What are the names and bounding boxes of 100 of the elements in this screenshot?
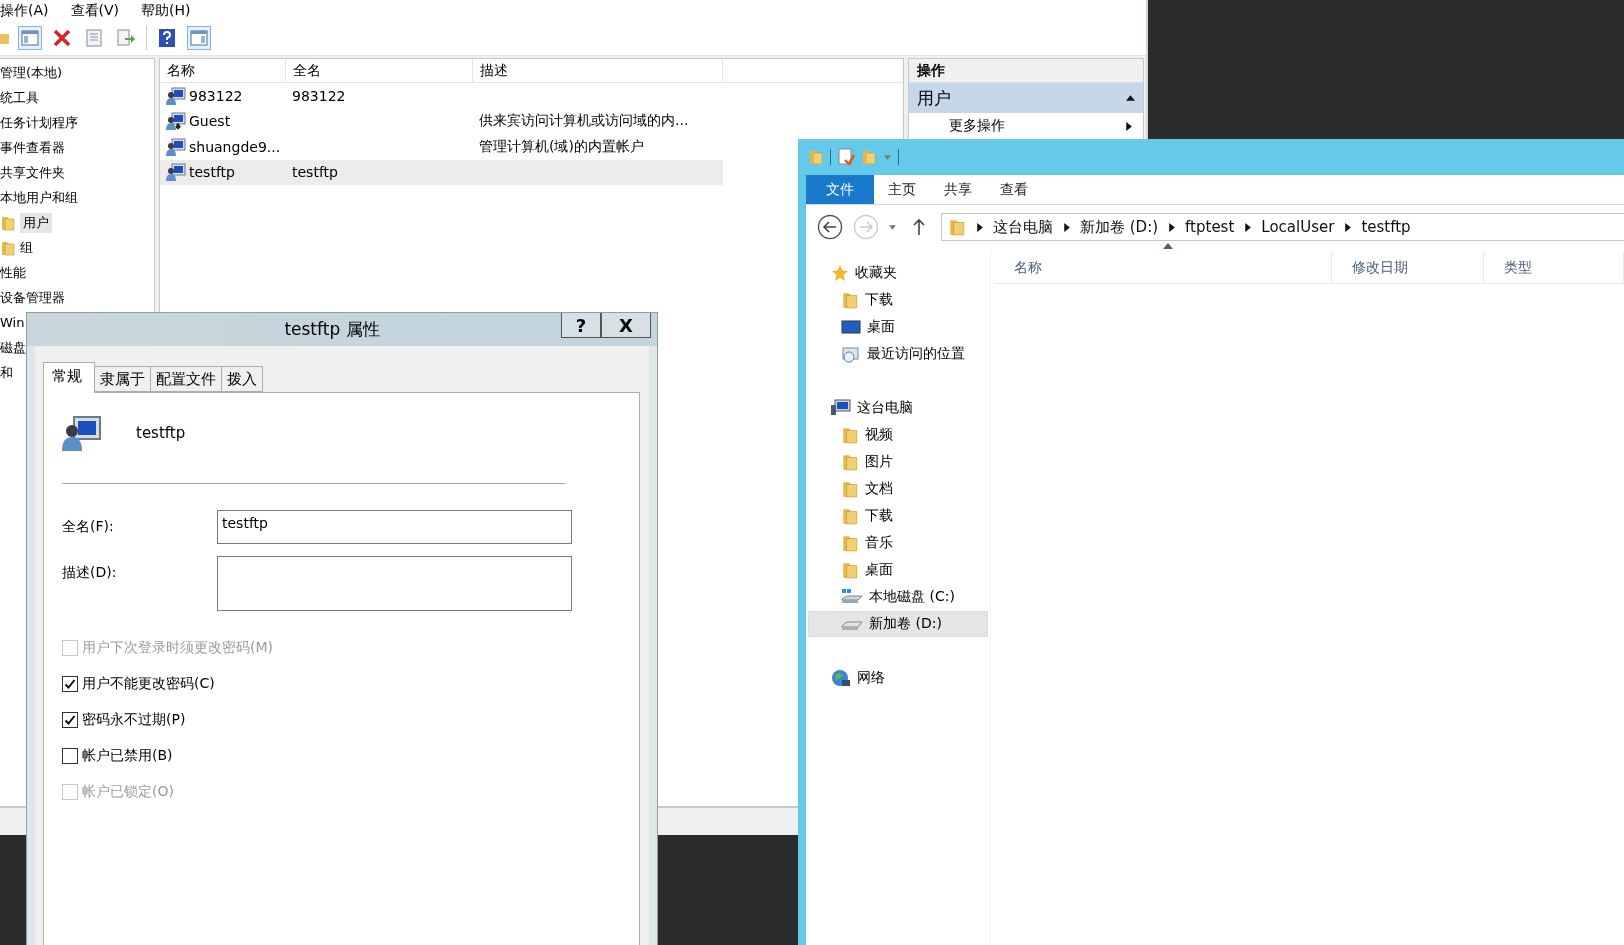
help-icon [159,28,175,47]
field-label: 描述(D): [62,563,118,582]
nav-item[interactable]: 网络 [808,665,988,691]
description: 管理计算机(域)的内置帐户 [479,137,644,156]
description: 供来宾访问计算机或访问域的内... [479,112,689,131]
user-icon [62,413,102,453]
chevron-icon [1343,222,1353,232]
dropdown-icon [883,152,892,162]
tree-item[interactable]: 磁盘 [0,337,26,358]
tree-item[interactable]: 统工具 [0,87,39,108]
menu-item[interactable]: 查看(V) [70,1,120,19]
tab[interactable]: 隶属于 [94,366,151,392]
ribbon-tab[interactable]: 文件 [806,175,874,204]
tree-item[interactable]: 本地用户和组 [0,187,78,208]
breadcrumb[interactable]: ftptest [1185,218,1235,236]
tab[interactable]: 拨入 [221,366,263,392]
checkbox[interactable] [62,748,78,764]
export-icon [117,28,135,47]
column-header[interactable]: 描述 [473,59,723,82]
menu-item[interactable]: 帮助(H) [141,1,191,19]
checkbox[interactable] [62,676,78,692]
checkbox-label: 密码永不过期(P) [82,711,186,729]
close-button[interactable]: X [601,313,651,338]
tab[interactable]: 配置文件 [150,366,222,392]
collapse-icon [1126,93,1135,103]
forward-icon [853,214,879,240]
drive-icon [841,589,863,605]
user-row[interactable]: shuangde9... 管理计算机(域)的内置帐户 [160,134,723,160]
check-icon [64,678,76,690]
submenu-icon [1124,121,1133,131]
up-arrow-icon [912,218,926,236]
download-folder-icon [841,291,859,309]
new-folder-icon [861,149,877,165]
breadcrumb[interactable]: 这台电脑 [993,217,1053,237]
nav-item[interactable]: 桌面 [808,557,988,583]
input-field[interactable]: testftp [217,510,572,544]
breadcrumb[interactable]: 新加卷 (D:) [1080,217,1159,237]
ribbon-tab[interactable]: 主页 [874,175,930,204]
checkbox-label: 帐户已禁用(B) [82,747,173,765]
nav-item[interactable]: 下载 [808,503,988,529]
tree-item[interactable]: 用户 [20,212,52,233]
nav-item[interactable]: 最近访问的位置 [808,341,988,367]
nav-item[interactable]: 本地磁盘 (C:) [808,584,988,610]
breadcrumb[interactable]: testftp [1361,218,1411,236]
help-button[interactable]: ? [561,313,601,338]
tree-item[interactable]: 和 [0,362,13,383]
tree-item[interactable]: 组 [20,237,33,258]
tree-item[interactable]: 性能 [0,262,26,283]
console-tree-button[interactable] [18,25,42,50]
nav-item[interactable]: 收藏夹 [808,260,988,286]
tab[interactable]: 常规 [43,362,95,393]
properties-icon[interactable] [837,148,855,166]
delete-icon [53,28,71,47]
action-pane-button[interactable] [187,25,211,50]
ribbon-tab[interactable]: 查看 [986,175,1042,204]
computer-icon [831,399,851,417]
user-name: testftp [136,424,186,442]
user-row[interactable]: testftp testftp [160,159,723,185]
menu-item[interactable]: 操作(A) [0,1,49,19]
checkbox[interactable] [62,712,78,728]
nav-item[interactable]: 图片 [808,449,988,475]
check-icon [64,714,76,726]
column-header[interactable]: 全名 [286,59,473,82]
tree-item[interactable]: 管理(本地) [0,62,63,83]
checkbox-label: 用户不能更改密码(C) [82,675,215,693]
action-item[interactable]: 更多操作 [909,113,1143,139]
tree-item[interactable]: 共享文件夹 [0,162,65,183]
nav-item[interactable]: 这台电脑 [808,395,988,421]
tree-item[interactable]: 事件查看器 [0,137,65,158]
nav-item[interactable]: 视频 [808,422,988,448]
breadcrumb[interactable]: LocalUser [1261,218,1335,236]
user-row[interactable]: 983122 983122 [160,83,723,109]
nav-item[interactable]: 下载 [808,287,988,313]
star-icon [831,264,849,282]
recent-dropdown-icon [888,222,897,232]
column-header[interactable]: 修改日期 [1332,252,1484,283]
ribbon-tab[interactable]: 共享 [930,175,986,204]
input-field[interactable] [217,556,572,611]
back-button[interactable] [816,213,844,241]
nav-item[interactable]: 新加卷 (D:) [808,611,988,637]
tree-item[interactable]: 任务计划程序 [0,112,78,133]
column-header[interactable]: 名称 [994,252,1332,283]
desktop-icon [841,319,861,335]
document-icon [86,28,102,47]
column-header[interactable]: 名称 [160,59,286,82]
column-header[interactable]: 类型 [1484,252,1624,283]
tree-item[interactable]: Win [0,314,25,331]
actions-title: 操作 [909,59,1143,83]
user-name: Guest [189,113,231,130]
checkbox-label: 帐户已锁定(O) [82,783,174,801]
nav-item[interactable]: 音乐 [808,530,988,556]
user-name: 983122 [189,87,243,104]
chevron-icon [1167,222,1177,232]
nav-item[interactable]: 文档 [808,476,988,502]
nav-item[interactable]: 桌面 [808,314,988,340]
actions-section[interactable]: 用户 [909,83,1143,113]
checkbox-label: 用户下次登录时须更改密码(M) [82,639,273,657]
full-name: 983122 [292,87,346,104]
address-bar[interactable]: 这台电脑 新加卷 (D:) ftptest LocalUser testftp [941,213,1624,241]
tree-item[interactable]: 设备管理器 [0,287,65,308]
